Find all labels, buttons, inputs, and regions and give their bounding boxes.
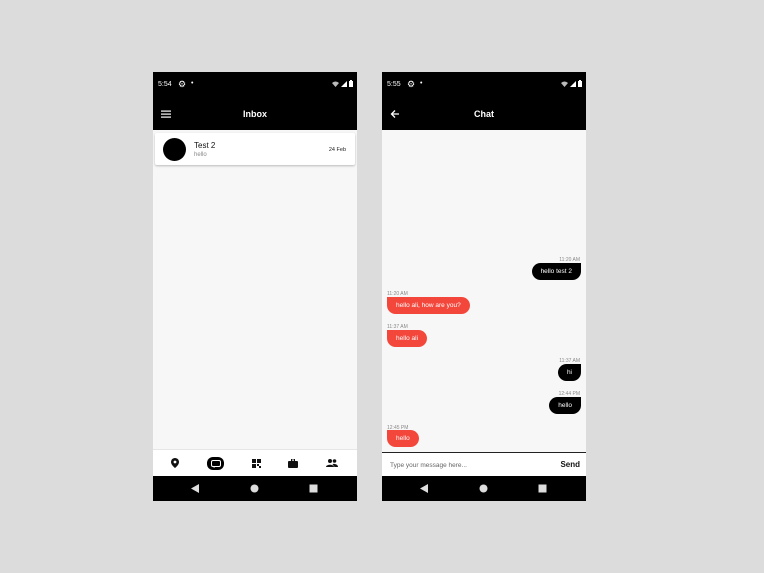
status-time: 5:55 (387, 81, 401, 88)
message-bubble-outgoing[interactable]: hello test 2 (531, 263, 581, 280)
message-list: 11:20 AM hello test 2 11:20 AM hello ali… (382, 130, 586, 453)
battery-icon (349, 80, 353, 87)
system-navigation-bar (382, 476, 586, 501)
battery-icon (578, 80, 582, 87)
message-composer: Send (382, 452, 586, 477)
status-time: 5:54 (158, 81, 172, 88)
home-circle-icon[interactable] (250, 484, 259, 493)
conversation-name: Test 2 (194, 141, 216, 150)
message-bubble-incoming[interactable]: hello ali, how are you? (387, 297, 470, 314)
conversation-preview: hello (194, 152, 207, 158)
status-bar: 5:55 ⚙ • (382, 72, 586, 98)
back-triangle-icon[interactable] (191, 484, 200, 493)
avatar (163, 138, 186, 161)
back-triangle-icon[interactable] (420, 484, 429, 493)
message-bubble-outgoing[interactable]: hi (557, 364, 581, 381)
bottom-navigation (153, 449, 357, 477)
message-bubble-incoming[interactable]: hello (387, 430, 419, 447)
home-circle-icon[interactable] (479, 484, 488, 493)
settings-gear-icon: ⚙ (407, 79, 416, 89)
signal-icon (341, 80, 347, 87)
page-title: Chat (474, 109, 494, 119)
people-icon[interactable] (325, 456, 339, 470)
chat-screen: 5:55 ⚙ • Chat 11:20 AM hello test 2 11:2… (382, 72, 586, 501)
wifi-icon (561, 81, 568, 87)
signal-icon (570, 80, 576, 87)
settings-gear-icon: ⚙ (178, 79, 187, 89)
recents-square-icon[interactable] (309, 484, 318, 493)
message-input[interactable] (388, 457, 552, 473)
app-bar: Inbox (153, 98, 357, 130)
page-title: Inbox (243, 109, 267, 119)
message-bubble-incoming[interactable]: hello ali (387, 330, 428, 347)
chat-bubble-icon[interactable] (207, 457, 224, 470)
message-bubble-outgoing[interactable]: hello (549, 397, 581, 414)
conversation-date: 24 Feb (328, 147, 346, 153)
recents-square-icon[interactable] (538, 484, 547, 493)
conversation-list-item[interactable]: Test 2 hello 24 Feb (155, 133, 355, 165)
wifi-icon (332, 81, 339, 87)
notification-dot-icon: • (191, 80, 194, 87)
inbox-screen: 5:54 ⚙ • Inbox Test 2 hello 24 Feb (153, 72, 357, 501)
send-button[interactable]: Send (560, 460, 580, 469)
system-navigation-bar (153, 476, 357, 501)
notification-dot-icon: • (420, 80, 423, 87)
briefcase-icon[interactable] (286, 456, 300, 470)
qr-code-icon[interactable] (249, 456, 263, 470)
status-bar: 5:54 ⚙ • (153, 72, 357, 98)
app-bar: Chat (382, 98, 586, 130)
location-pin-icon[interactable] (168, 456, 182, 470)
